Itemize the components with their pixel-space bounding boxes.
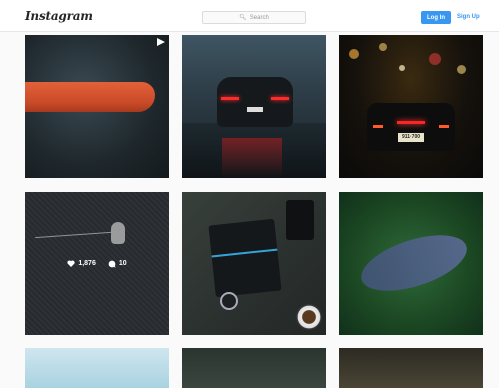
likes-stat: 1,876	[67, 260, 96, 267]
video-icon	[157, 38, 165, 46]
bokeh-light	[429, 53, 441, 65]
post-tile-earphones[interactable]: 1,876 10	[25, 192, 169, 335]
salmon-image	[25, 82, 155, 112]
post-tile-sky[interactable]	[25, 348, 169, 388]
post-tile-laptop[interactable]	[182, 192, 326, 335]
license-plate: 911·700	[398, 133, 424, 142]
coffee-cup-image	[296, 304, 322, 330]
search-icon: 🔍︎	[239, 15, 247, 21]
post-tile-night-car[interactable]: 911·700	[339, 35, 483, 178]
license-plate	[247, 107, 263, 112]
bokeh-light	[349, 49, 359, 59]
comments-stat: 10	[108, 260, 127, 268]
lamp-right	[439, 125, 449, 128]
watch-image	[220, 292, 238, 310]
bokeh-light	[379, 43, 387, 51]
search-input[interactable]: 🔍︎ Search	[202, 11, 306, 24]
signup-link[interactable]: Sign Up	[457, 14, 480, 20]
sports-car-image: 911·700	[367, 103, 455, 151]
instagram-logo[interactable]: Instagram	[25, 9, 93, 23]
bokeh-light	[399, 65, 405, 71]
likes-count: 1,876	[78, 260, 96, 267]
road-reflection	[222, 138, 282, 178]
bokeh-light	[457, 65, 466, 74]
taillight-right	[271, 97, 289, 100]
car-image	[217, 77, 293, 127]
lamp-left	[373, 125, 383, 128]
laptop-image	[208, 218, 282, 298]
search-placeholder: Search	[249, 14, 269, 21]
hover-overlay: 1,876 10	[25, 192, 169, 335]
brake-light-bar	[397, 121, 425, 124]
heart-icon	[67, 260, 75, 267]
post-tile-bokeh[interactable]	[339, 348, 483, 388]
post-tile-wood[interactable]	[182, 348, 326, 388]
comment-icon	[108, 260, 116, 268]
laptop-accent	[211, 248, 278, 258]
phone-image	[286, 200, 314, 240]
post-tile-car-rear[interactable]	[182, 35, 326, 178]
header-bar: Instagram 🔍︎ Search Log In Sign Up	[0, 0, 499, 32]
road-image	[354, 224, 474, 302]
login-button[interactable]: Log In	[421, 11, 451, 24]
comments-count: 10	[118, 260, 127, 267]
taillight-left	[221, 97, 239, 100]
post-tile-forest-road[interactable]	[339, 192, 483, 335]
post-tile-salmon[interactable]	[25, 35, 169, 178]
